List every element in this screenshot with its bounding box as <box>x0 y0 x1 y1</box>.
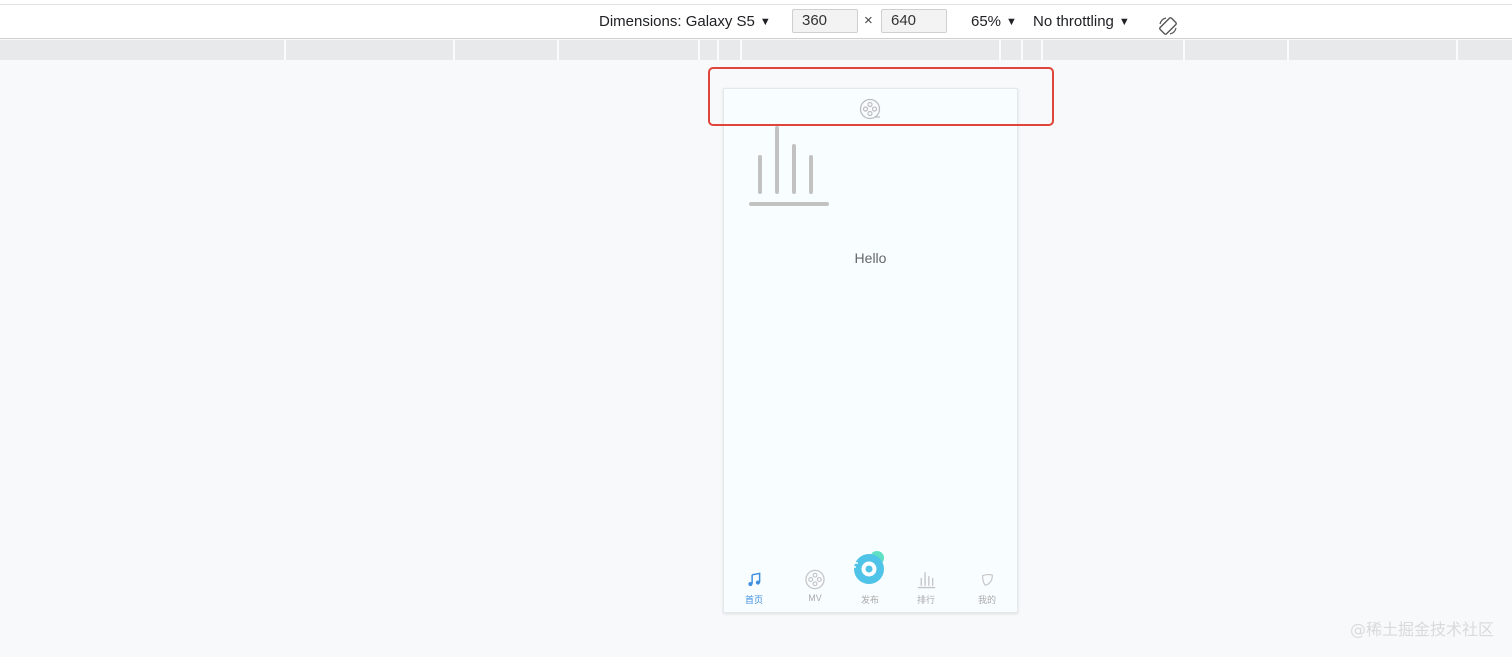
chevron-down-icon: ▼ <box>759 15 771 28</box>
watermark-text: @稀土掘金技术社区 <box>1349 620 1494 639</box>
ruler-divider <box>1183 40 1185 60</box>
ruler-divider <box>698 40 700 60</box>
ruler-divider <box>453 40 455 60</box>
device-dimensions-dropdown[interactable]: Dimensions: Galaxy S5 ▼ <box>599 5 771 38</box>
width-input[interactable]: 360 <box>792 9 858 33</box>
zoom-dropdown[interactable]: 65% ▼ <box>971 5 1017 38</box>
device-viewport: Hello 首页 MV 发布 排行 我的 <box>723 88 1018 613</box>
chevron-down-icon: ▼ <box>1118 15 1130 28</box>
greeting-text: Hello <box>854 250 887 266</box>
ruler-divider <box>740 40 742 60</box>
ruler-divider <box>999 40 1001 60</box>
music-note-icon <box>748 572 761 587</box>
annotation-highlight-box <box>708 67 1054 126</box>
throttling-dropdown[interactable]: No throttling ▼ <box>1033 5 1130 38</box>
ruler-divider <box>717 40 719 60</box>
tab-mv[interactable]: MV <box>790 550 840 612</box>
tab-home-label: 首页 <box>744 595 763 605</box>
rotate-icon[interactable] <box>1158 16 1178 36</box>
media-query-ruler[interactable] <box>0 40 1512 60</box>
publish-disc-icon <box>853 551 884 584</box>
ruler-divider <box>284 40 286 60</box>
throttling-label: No throttling <box>1033 13 1114 30</box>
bottom-tab-bar: 首页 MV 发布 排行 我的 <box>724 550 1017 612</box>
device-dimensions-label: Dimensions: Galaxy S5 <box>599 13 755 30</box>
chevron-down-icon: ▼ <box>1006 15 1017 28</box>
tab-publish[interactable]: 发布 <box>845 550 895 612</box>
device-toolbar: Dimensions: Galaxy S5 ▼ 360 × 640 65% ▼ … <box>0 5 1512 39</box>
height-input[interactable]: 640 <box>881 9 947 33</box>
tab-mine-label: 我的 <box>977 595 996 605</box>
ruler-divider <box>1456 40 1458 60</box>
tab-mine[interactable]: 我的 <box>962 550 1012 612</box>
equalizer-icon <box>749 126 829 206</box>
times-separator: × <box>864 12 873 29</box>
ruler-divider <box>1287 40 1289 60</box>
ruler-divider <box>1041 40 1043 60</box>
zoom-label: 65% <box>971 13 1002 30</box>
tab-ranking[interactable]: 排行 <box>901 550 951 612</box>
film-reel-icon <box>805 569 825 590</box>
tab-home[interactable]: 首页 <box>729 550 779 612</box>
tab-mv-label: MV <box>808 593 822 603</box>
tab-ranking-label: 排行 <box>916 595 935 605</box>
ruler-divider <box>1021 40 1023 60</box>
ruler-divider <box>557 40 559 60</box>
chart-bars-icon <box>917 572 936 589</box>
leaf-icon <box>982 574 993 586</box>
tab-publish-label: 发布 <box>860 595 879 605</box>
